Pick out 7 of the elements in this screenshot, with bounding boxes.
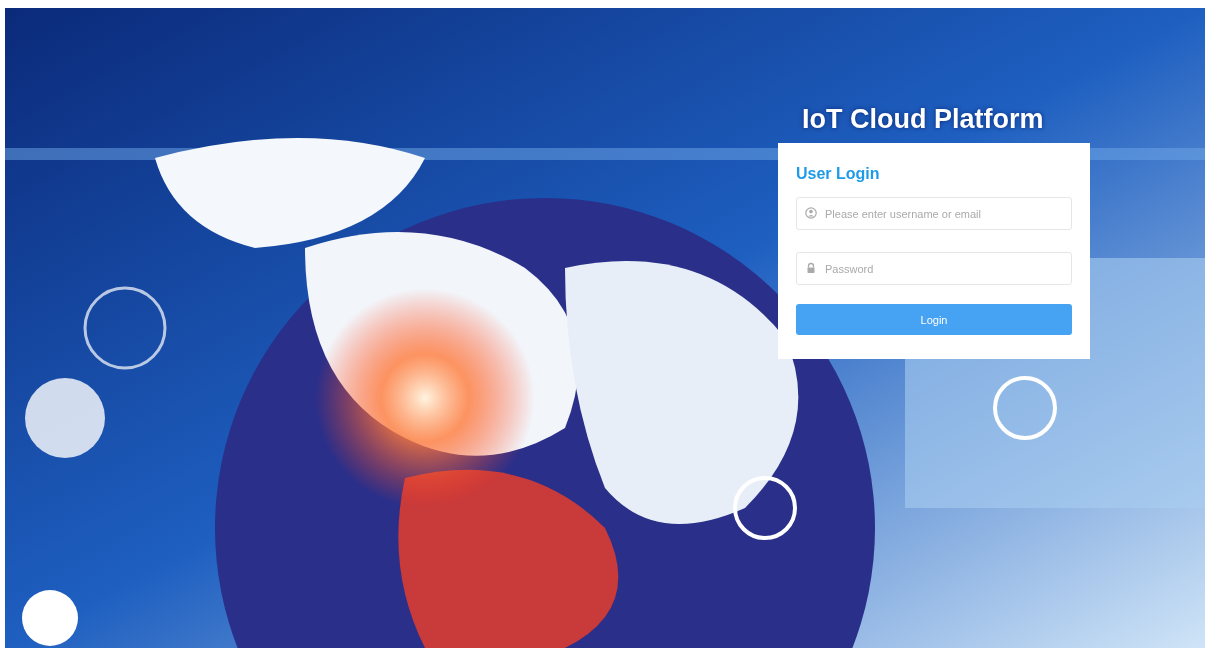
login-button[interactable]: Login	[796, 304, 1072, 335]
password-field[interactable]: Password	[796, 252, 1072, 285]
username-field[interactable]: Please enter username or email	[796, 197, 1072, 230]
platform-title: IoT Cloud Platform	[802, 104, 1044, 135]
user-icon	[805, 207, 817, 219]
lock-icon	[805, 262, 817, 274]
login-heading: User Login	[796, 165, 881, 183]
